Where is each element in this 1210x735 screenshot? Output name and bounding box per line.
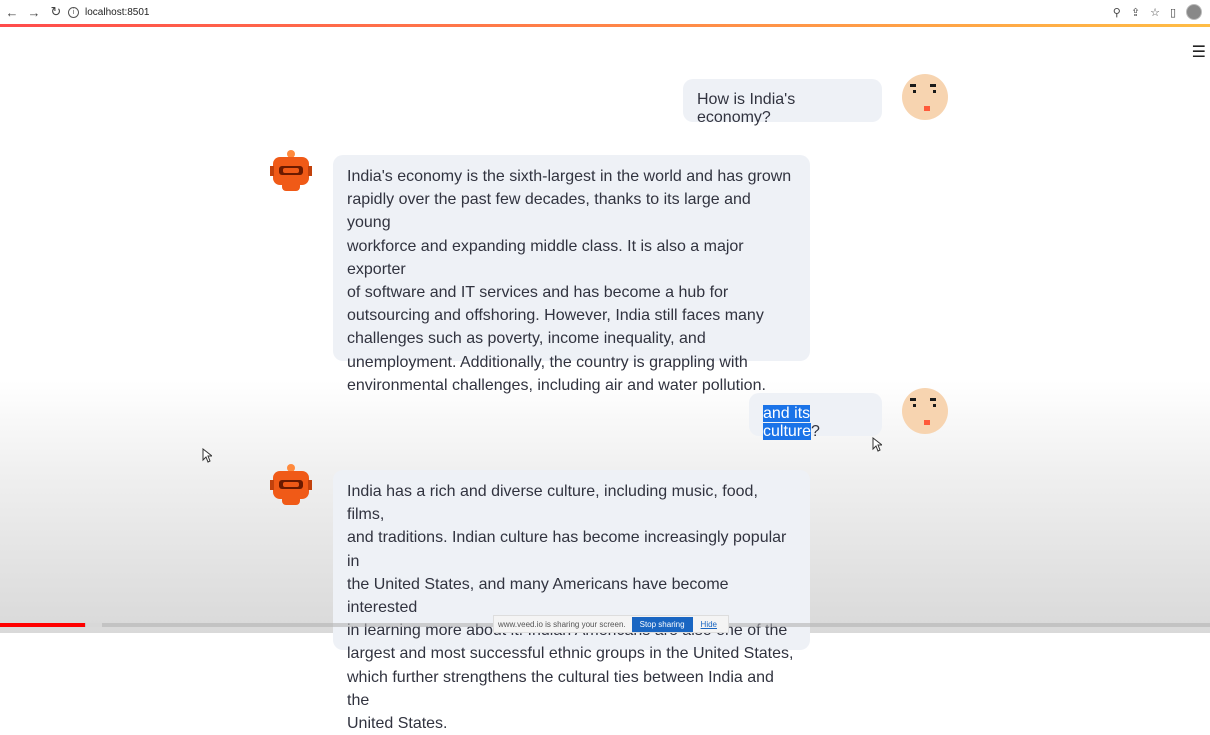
selected-text: and its culture bbox=[763, 405, 812, 440]
screen-share-notice: www.veed.io is sharing your screen. Stop… bbox=[493, 615, 729, 633]
bot-message: India's economy is the sixth-largest in … bbox=[333, 155, 810, 394]
bot-message-line: which further strengthens the cultural t… bbox=[347, 668, 774, 709]
hide-link[interactable]: Hide bbox=[701, 620, 717, 629]
browser-toolbar: ← → ↻ i localhost:8501 ⚲ ⇪ ☆ ▯ bbox=[0, 0, 1210, 24]
address-bar[interactable]: i localhost:8501 bbox=[62, 3, 1092, 21]
bot-message-line: challenges such as poverty, income inequ… bbox=[347, 330, 706, 348]
bot-message-line: and traditions. Indian culture has becom… bbox=[347, 529, 787, 570]
forward-icon[interactable]: → bbox=[24, 5, 44, 20]
bot-message-line: India's economy is the sixth-largest in … bbox=[347, 168, 792, 185]
bot-message-line: of software and IT services and has beco… bbox=[347, 284, 729, 302]
user-avatar bbox=[902, 388, 948, 434]
url-text: localhost:8501 bbox=[85, 6, 150, 18]
bot-message-line: unemployment. Additionally, the country … bbox=[347, 353, 748, 371]
browser-actions: ⚲ ⇪ ☆ ▯ bbox=[1113, 4, 1202, 20]
hamburger-menu-icon[interactable]: ☰ bbox=[1192, 42, 1206, 62]
bot-message-line: United States. bbox=[347, 715, 448, 733]
zoom-icon[interactable]: ⚲ bbox=[1113, 6, 1121, 19]
user-message: How is India's economy? bbox=[683, 79, 882, 126]
video-buffer-indicator bbox=[86, 623, 102, 627]
mouse-cursor-icon bbox=[202, 448, 212, 463]
side-panel-icon[interactable]: ▯ bbox=[1170, 6, 1176, 19]
video-progress-fill bbox=[0, 623, 85, 627]
bot-message-line: India has a rich and diverse culture, in… bbox=[347, 483, 758, 524]
star-icon[interactable]: ☆ bbox=[1150, 6, 1160, 19]
stop-sharing-button[interactable]: Stop sharing bbox=[631, 616, 693, 632]
bot-avatar bbox=[270, 150, 312, 194]
bot-avatar bbox=[270, 464, 312, 508]
user-message: and its culture? bbox=[749, 393, 882, 440]
user-message-text: How is India's economy? bbox=[697, 91, 796, 126]
profile-avatar[interactable] bbox=[1186, 4, 1202, 20]
mouse-cursor-icon bbox=[872, 437, 882, 452]
bot-message-line: the United States, and many Americans ha… bbox=[347, 575, 729, 617]
user-avatar bbox=[902, 74, 948, 120]
bot-message-line: largest and most successful ethnic group… bbox=[347, 645, 794, 663]
bot-message-line: outsourcing and offshoring. However, Ind… bbox=[347, 307, 764, 325]
back-icon[interactable]: ← bbox=[2, 5, 22, 20]
site-info-icon[interactable]: i bbox=[68, 6, 79, 18]
share-notice-text: www.veed.io is sharing your screen. bbox=[498, 619, 626, 629]
share-icon[interactable]: ⇪ bbox=[1131, 6, 1140, 19]
user-message-text: ? bbox=[811, 423, 820, 440]
bot-message-line: workforce and expanding middle class. It… bbox=[347, 237, 744, 278]
bot-message-line: environmental challenges, including air … bbox=[347, 376, 766, 394]
app-header-decoration bbox=[0, 24, 1210, 27]
bot-message-line: rapidly over the past few decades, thank… bbox=[347, 191, 751, 232]
